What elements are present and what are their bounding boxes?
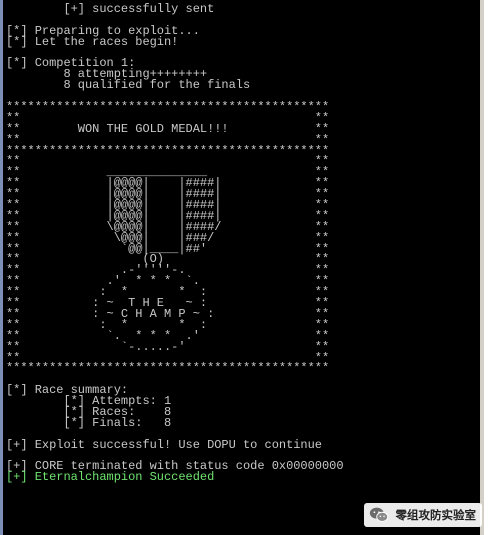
- console-line: [*] Let the races begin!: [6, 34, 179, 49]
- console-line: [*] Finals: 8: [6, 415, 172, 430]
- console-line: [+] successfully sent: [6, 2, 215, 16]
- console-output: [+] successfully sent [*] Preparing to ex…: [6, 2, 484, 485]
- watermark-text: 零组攻防实验室: [395, 508, 477, 522]
- console-window[interactable]: [+] successfully sent [*] Preparing to ex…: [0, 0, 484, 535]
- watermark: 零组攻防实验室: [363, 503, 482, 527]
- console-line: 8 qualified for the finals: [6, 78, 251, 93]
- scrollbar[interactable]: [480, 0, 484, 535]
- console-line: [+] Eternalchampion Succeeded: [6, 470, 215, 485]
- console-line: [+] Exploit successful! Use DOPU to cont…: [6, 437, 322, 452]
- wechat-icon: [369, 507, 388, 522]
- console-line: ****************************************…: [6, 361, 330, 376]
